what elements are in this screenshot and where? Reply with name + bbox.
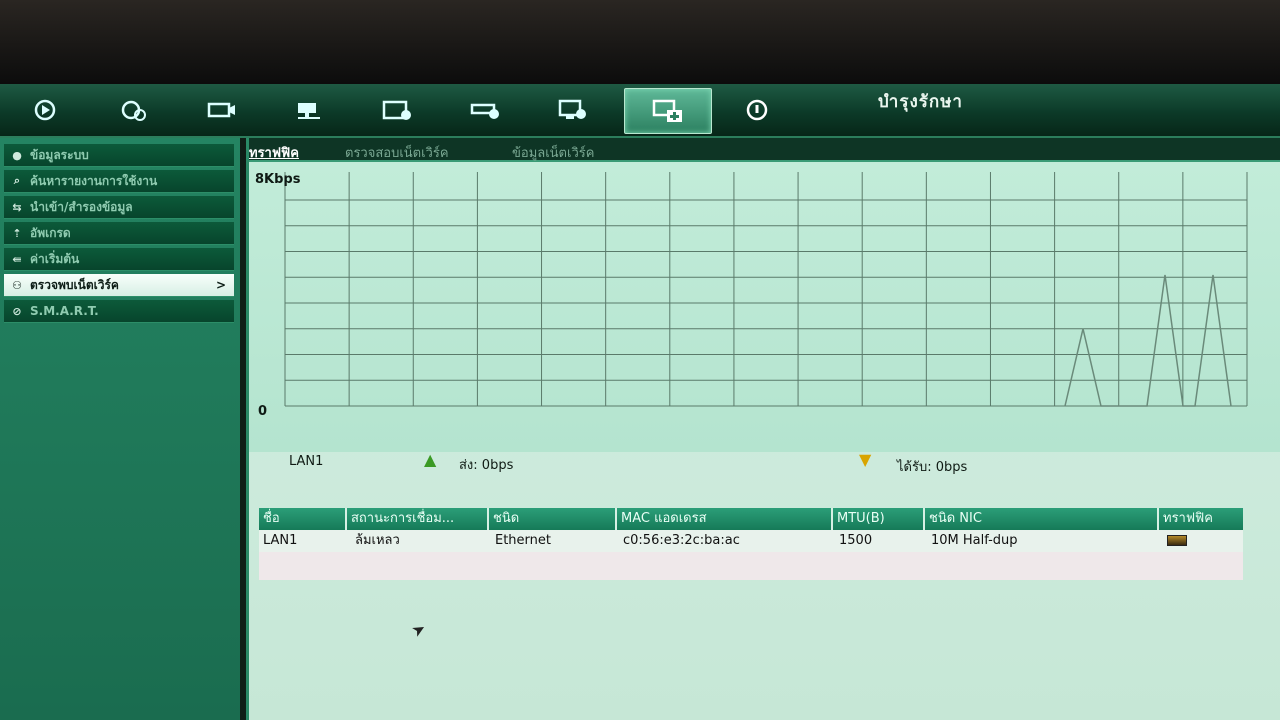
y-axis-max-label: 8Kbps [255, 172, 301, 187]
sidebar-item-smart[interactable]: ⊘ S.M.A.R.T. [4, 300, 234, 323]
upgrade-icon: ⇡ [12, 226, 22, 240]
receive-arrow-icon: ▼ [859, 450, 872, 469]
info-icon: ● [12, 148, 22, 162]
main-content: ทราฟฟิค ตรวจสอบเน็ตเวิร์ค ข้อมูลเน็ตเวิร… [246, 138, 1280, 720]
receive-rate: ได้รับ: 0bps [897, 460, 968, 475]
import-export-icon: ⇆ [12, 200, 22, 214]
sidebar-item-label: ค้นหารายงานการใช้งาน [30, 173, 158, 188]
cell-name: LAN1 [263, 533, 298, 548]
tab-network-info[interactable]: ข้อมูลเน็ตเวิร์ค [512, 142, 594, 163]
traffic-graph-icon[interactable] [1167, 535, 1187, 546]
column-name: ชื่อ [259, 508, 347, 530]
table-row-empty [259, 552, 1243, 580]
send-arrow-icon: ▲ [424, 450, 437, 469]
table-header: ชื่อ สถานะการเชื่อม... ชนิด MAC แอดเดรส … [259, 508, 1243, 530]
graph-grid [284, 172, 1248, 407]
network-icon[interactable] [266, 88, 352, 132]
column-traffic: ทราฟฟิค [1163, 511, 1213, 526]
sidebar-item-label: อัพเกรด [30, 225, 71, 240]
smart-icon: ⊘ [12, 304, 22, 318]
shutdown-icon[interactable] [714, 88, 800, 132]
sidebar-item-label: นำเข้า/สำรองข้อมูล [30, 199, 133, 214]
sidebar-item-network-detect[interactable]: ⚇ ตรวจพบเน็ตเวิร์ค > [4, 274, 234, 297]
column-mac: MAC แอดเดรส [617, 508, 833, 530]
sidebar-item-upgrade[interactable]: ⇡ อัพเกรด [4, 222, 234, 245]
tab-network-check[interactable]: ตรวจสอบเน็ตเวิร์ค [345, 142, 449, 163]
traffic-status: LAN1 ▲ ส่ง: 0bps ▼ ได้รับ: 0bps [249, 450, 1280, 480]
tab-bar: ทราฟฟิค ตรวจสอบเน็ตเวิร์ค ข้อมูลเน็ตเวิร… [249, 138, 1280, 162]
send-rate: ส่ง: 0bps [459, 458, 514, 473]
device-config-icon[interactable] [442, 88, 528, 132]
column-type: ชนิด [489, 508, 617, 530]
table-row[interactable]: LAN1 ล้มเหลว Ethernet c0:56:e3:2c:ba:ac … [259, 530, 1243, 552]
column-status: สถานะการเชื่อม... [347, 508, 489, 530]
video-config-icon[interactable] [354, 88, 440, 132]
interface-name: LAN1 [289, 454, 324, 469]
network-detect-icon: ⚇ [12, 278, 22, 292]
default-icon: ⇚ [12, 252, 22, 266]
traffic-graph: 8Kbps 0 [249, 162, 1280, 452]
cell-mac: c0:56:e3:2c:ba:ac [623, 533, 740, 548]
camera-settings-icon[interactable] [90, 88, 176, 132]
sidebar: ● ข้อมูลระบบ ⌕ ค้นหารายงานการใช้งาน ⇆ นำ… [0, 138, 240, 720]
column-mtu: MTU(B) [833, 508, 925, 530]
network-table: ชื่อ สถานะการเชื่อม... ชนิด MAC แอดเดรส … [259, 508, 1243, 580]
dvr-screen: บำรุงรักษา ● ข้อมูลระบบ ⌕ ค้นหารายงานการ… [0, 84, 1280, 720]
sidebar-item-label: S.M.A.R.T. [30, 304, 99, 318]
record-camera-icon[interactable] [178, 88, 264, 132]
traffic-graph-svg [284, 172, 1248, 407]
cell-nic: 10M Half-dup [931, 533, 1018, 548]
sidebar-item-label: ตรวจพบเน็ตเวิร์ค [30, 277, 119, 292]
playback-icon[interactable] [2, 88, 88, 132]
sidebar-item-label: ค่าเริ่มต้น [30, 251, 80, 266]
sidebar-item-system-info[interactable]: ● ข้อมูลระบบ [4, 144, 234, 167]
cell-status: ล้มเหลว [355, 533, 400, 548]
sidebar-item-label: ข้อมูลระบบ [30, 147, 89, 162]
tab-traffic[interactable]: ทราฟฟิค [249, 142, 299, 163]
page-title: บำรุงรักษา [878, 92, 963, 112]
cell-mtu: 1500 [839, 533, 873, 548]
sidebar-item-import-export[interactable]: ⇆ นำเข้า/สำรองข้อมูล [4, 196, 234, 219]
monitor-bezel [0, 0, 1280, 84]
traffic-line [1064, 274, 1232, 407]
y-axis-min-label: 0 [258, 404, 268, 419]
sidebar-item-log-search[interactable]: ⌕ ค้นหารายงานการใช้งาน [4, 170, 234, 193]
system-config-icon[interactable] [530, 88, 616, 132]
cell-type: Ethernet [495, 533, 551, 548]
sidebar-item-default[interactable]: ⇚ ค่าเริ่มต้น [4, 248, 234, 271]
cell-traffic[interactable] [1163, 530, 1187, 552]
search-icon: ⌕ [13, 174, 21, 187]
chevron-right-icon: > [215, 278, 226, 292]
column-nic: ชนิด NIC [925, 508, 1159, 530]
maintenance-icon[interactable] [624, 88, 712, 134]
main-toolbar: บำรุงรักษา [0, 84, 1280, 138]
